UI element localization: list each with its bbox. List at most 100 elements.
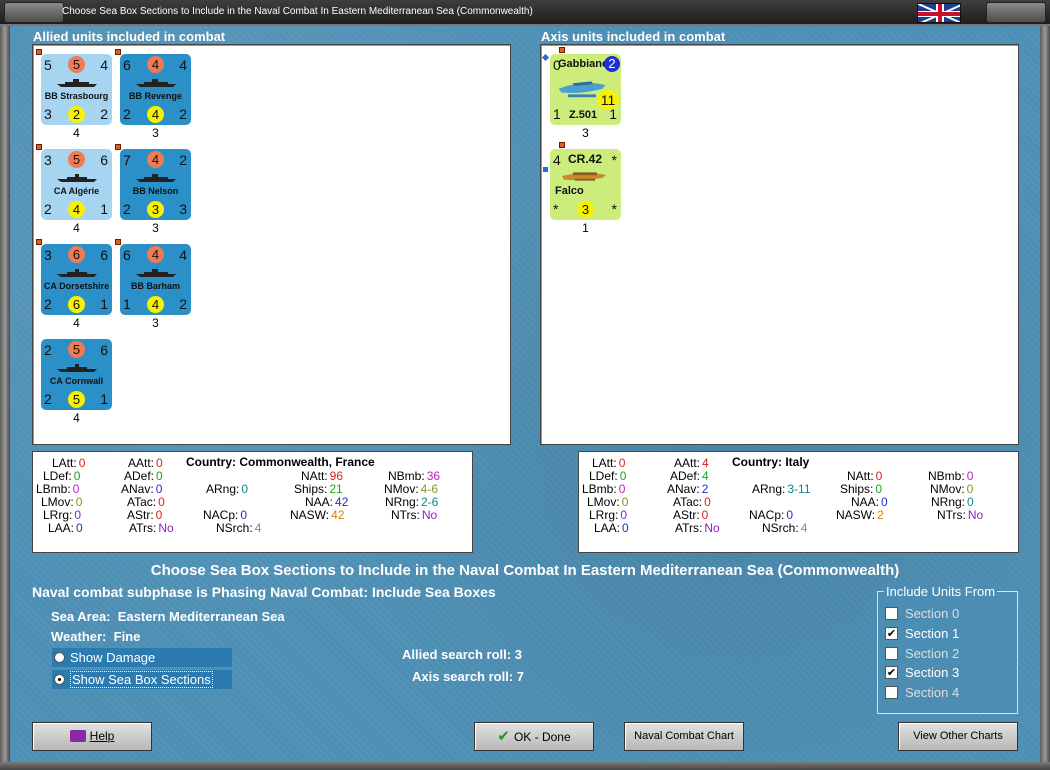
stat-laa: LAA: 0 <box>48 521 83 535</box>
unit-counter-bb-strasbourg[interactable]: 5 5 4 BB Strasbourg 3 2 2 <box>36 49 112 125</box>
section-2-checkbox[interactable]: Section 2 <box>885 646 1013 663</box>
unit-movement: 2 <box>179 152 187 168</box>
allied-stats-panel: LAtt: 0 LDef: 0 LBmb: 0 LMov: 0 LRrg: 0 LAA: 0… <box>32 451 473 553</box>
combat-title: Choose Sea Box Sections to Include in th… <box>150 562 900 579</box>
unit-defense: 1 <box>553 106 561 122</box>
unit-counter-ca-cornwall[interactable]: 2 5 6 CA Cornwall 2 5 1 <box>41 339 112 410</box>
unit-name: BB Barham <box>130 281 180 291</box>
section-4-checkbox[interactable]: Section 4 <box>885 685 1013 702</box>
cruiser-icon <box>57 364 97 372</box>
unit-range: 1 <box>609 106 617 122</box>
stat-astr: AStr: 0 <box>673 508 709 522</box>
selection-marker-icon <box>36 239 42 245</box>
window-frame-right <box>1040 26 1050 770</box>
selection-marker-icon <box>115 49 121 55</box>
stat-nsrch: NSrch: 4 <box>762 521 808 535</box>
unit-counter-ca-algerie[interactable]: 3 5 6 CA Algérie 2 4 1 <box>36 144 112 220</box>
stat-adef: ADef: 4 <box>670 469 709 483</box>
unit-factor-yellow: 4 <box>68 201 85 218</box>
unit-defense: 2 <box>44 201 52 217</box>
stat-ntrs: NTrs: No <box>937 508 984 522</box>
stat-adef: ADef: 0 <box>124 469 163 483</box>
unit-attack: 6 <box>123 247 131 263</box>
unit-counter-ca-dorsetshire[interactable]: 3 6 6 CA Dorsetshire 2 6 1 <box>36 239 112 315</box>
unit-movement: 6 <box>100 342 108 358</box>
unit-count: 4 <box>73 221 80 235</box>
radio-button-icon <box>54 652 65 663</box>
unit-factor-yellow: 5 <box>68 391 85 408</box>
unit-model: Z.501 <box>569 109 598 121</box>
cruiser-icon <box>57 269 97 277</box>
unit-defense: 2 <box>123 106 131 122</box>
allied-header: Allied units included in combat <box>33 29 226 44</box>
weather-line: Weather: Fine <box>51 629 141 644</box>
stat-latt: LAtt: 0 <box>52 456 86 470</box>
stat-arng: ARng: 3-11 <box>752 482 811 496</box>
section-3-checkbox[interactable]: ✔ Section 3 <box>885 665 1013 682</box>
unit-counter-gabbiano[interactable]: 0 Gabbiano 2 11 1 Z.501 1 <box>550 47 621 125</box>
stat-natt: NAtt: 0 <box>847 469 883 483</box>
show-damage-radio[interactable]: Show Damage <box>52 648 232 667</box>
title-left-button[interactable] <box>4 2 64 23</box>
section-0-checkbox[interactable]: Section 0 <box>885 606 1013 623</box>
view-other-charts-button[interactable]: View Other Charts <box>898 722 1018 751</box>
battleship-icon <box>136 269 176 277</box>
stat-nacp: NACp: 0 <box>749 508 794 522</box>
unit-counter-bb-barham[interactable]: 6 4 4 BB Barham 1 4 2 <box>115 239 191 315</box>
unit-count: 4 <box>73 126 80 140</box>
selection-marker-icon <box>115 144 121 150</box>
unit-factor-circle: 6 <box>68 246 85 263</box>
checkbox-checked-icon: ✔ <box>885 627 898 640</box>
naval-combat-chart-button[interactable]: Naval Combat Chart <box>624 722 744 751</box>
stat-lrrg: LRrg: 0 <box>589 508 628 522</box>
stat-naa: NAA: 42 <box>305 495 349 509</box>
unit-count: 3 <box>152 126 159 140</box>
stat-lrrg: LRrg: 0 <box>43 508 82 522</box>
stat-nmov: NMov: 4-6 <box>384 482 439 496</box>
unit-defense: 1 <box>123 296 131 312</box>
selection-marker-icon <box>36 144 42 150</box>
title-right-button[interactable] <box>986 2 1046 23</box>
unit-counter-bb-revenge[interactable]: 6 4 4 BB Revenge 2 4 2 <box>115 49 191 125</box>
stat-lbmb: LBmb: 0 <box>582 482 626 496</box>
stat-astr: AStr: 0 <box>127 508 163 522</box>
air-marker-icon <box>541 53 550 62</box>
unit-factor-yellow: 4 <box>147 296 164 313</box>
stat-nbmb: NBmb: 0 <box>928 469 974 483</box>
unit-name: BB Strasbourg <box>44 91 109 101</box>
radio-label: Show Sea Box Sections <box>70 671 213 688</box>
unit-factor-circle: 5 <box>68 56 85 73</box>
unit-movement: 4 <box>179 57 187 73</box>
unit-movement: * <box>611 152 617 168</box>
stat-laa: LAA: 0 <box>594 521 629 535</box>
stat-nrng: NRng: 0 <box>931 495 974 509</box>
show-sea-box-sections-radio[interactable]: Show Sea Box Sections <box>52 670 232 689</box>
stat-aatt: AAtt: 0 <box>128 456 163 470</box>
axis-search-roll: Axis search roll: 7 <box>412 669 525 684</box>
checkbox-icon <box>885 686 898 699</box>
unit-factor-yellow: 3 <box>577 201 594 218</box>
country-line: Country: Commonwealth, France <box>186 455 375 469</box>
unit-attack: 3 <box>44 247 52 263</box>
unit-count: 4 <box>73 411 80 425</box>
stat-nasw: NASW: 2 <box>836 508 884 522</box>
unit-counter-falco[interactable]: 4 CR.42 * Falco * 3 * <box>550 142 621 220</box>
ok-done-button[interactable]: ✔ OK - Done <box>474 722 594 751</box>
unit-counter-bb-nelson[interactable]: 7 4 2 BB Nelson 2 3 3 <box>115 144 191 220</box>
section-1-checkbox[interactable]: ✔ Section 1 <box>885 626 1013 643</box>
unit-name: Falco <box>555 185 584 197</box>
unit-count: 4 <box>73 316 80 330</box>
stat-nasw: NASW: 42 <box>290 508 345 522</box>
unit-defense: 2 <box>44 296 52 312</box>
air-marker-icon <box>543 167 548 172</box>
unit-factor-circle: 4 <box>147 246 164 263</box>
unit-attack: 3 <box>44 152 52 168</box>
unit-name: Gabbiano <box>558 58 609 70</box>
axis-units-panel: 0 Gabbiano 2 11 1 Z.501 1 3 4 CR.42 * Fa… <box>540 44 1019 445</box>
radio-label: Show Damage <box>70 650 156 665</box>
stat-atac: ATac: 0 <box>673 495 711 509</box>
help-button[interactable]: Help <box>32 722 152 751</box>
include-units-group: Include Units From Section 0 ✔ Section 1 … <box>877 584 1018 714</box>
unit-range: 1 <box>100 201 108 217</box>
window-title: Choose Sea Box Sections to Include in th… <box>62 6 533 17</box>
